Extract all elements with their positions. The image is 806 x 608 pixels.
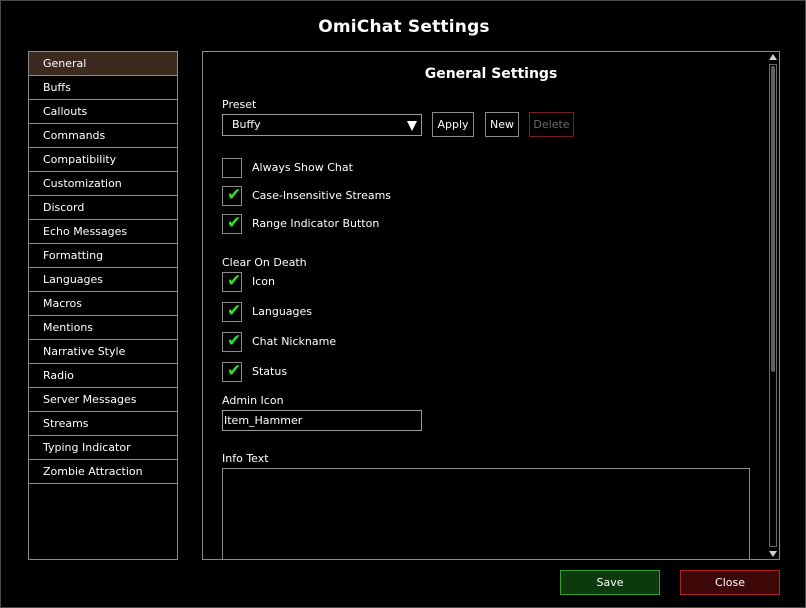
case-insensitive-streams-checkbox[interactable]: ✔	[222, 185, 242, 206]
scroll-track[interactable]	[769, 64, 777, 547]
sidebar-item-general[interactable]: General	[29, 52, 177, 76]
scroll-down-arrow-icon[interactable]	[769, 551, 777, 557]
panel-heading: General Settings	[424, 66, 558, 82]
sidebar-item-typing-indicator[interactable]: Typing Indicator	[29, 436, 177, 460]
clear-chat-nickname-checkbox[interactable]: ✔	[222, 331, 242, 352]
case-insensitive-streams-label: Case-Insensitive Streams	[252, 189, 392, 202]
clear-languages-checkbox[interactable]: ✔	[222, 301, 242, 322]
checkmark-icon: ✔	[227, 271, 242, 291]
checkmark-icon: ✔	[227, 361, 242, 381]
clear-chat-nickname-label: Chat Nickname	[252, 335, 337, 348]
panel-scrollbar[interactable]	[767, 52, 779, 559]
checkmark-icon: ✔	[227, 331, 242, 351]
preset-selected-value: Buffy	[232, 118, 261, 131]
clear-languages-label: Languages	[252, 305, 313, 318]
sidebar-item-languages[interactable]: Languages	[29, 268, 177, 292]
clear-on-death-label: Clear On Death	[222, 256, 307, 269]
clear-status-label: Status	[252, 365, 288, 378]
sidebar-item-server-messages[interactable]: Server Messages	[29, 388, 177, 412]
sidebar-item-customization[interactable]: Customization	[29, 172, 177, 196]
range-indicator-button-label: Range Indicator Button	[252, 217, 380, 230]
always-show-chat-checkbox[interactable]	[222, 158, 242, 178]
sidebar-item-commands[interactable]: Commands	[29, 124, 177, 148]
sidebar-item-zombie-attraction[interactable]: Zombie Attraction	[29, 460, 177, 484]
new-preset-button[interactable]: New	[485, 112, 519, 137]
scroll-up-arrow-icon[interactable]	[769, 54, 777, 60]
info-text-area[interactable]	[222, 468, 750, 559]
sidebar-item-echo-messages[interactable]: Echo Messages	[29, 220, 177, 244]
sidebar-item-buffs[interactable]: Buffs	[29, 76, 177, 100]
preset-label: Preset	[222, 98, 257, 111]
preset-dropdown[interactable]: Buffy	[222, 114, 422, 136]
dropdown-arrow-icon	[407, 121, 417, 131]
sidebar-item-radio[interactable]: Radio	[29, 364, 177, 388]
window-title: OmiChat Settings	[318, 17, 490, 37]
settings-panel: General Settings Preset Buffy Apply New …	[202, 51, 780, 560]
clear-icon-checkbox[interactable]: ✔	[222, 271, 242, 292]
sidebar-item-compatibility[interactable]: Compatibility	[29, 148, 177, 172]
delete-preset-button[interactable]: Delete	[529, 112, 574, 137]
sidebar-item-formatting[interactable]: Formatting	[29, 244, 177, 268]
sidebar-item-narrative-style[interactable]: Narrative Style	[29, 340, 177, 364]
info-text-label: Info Text	[222, 452, 269, 465]
sidebar-item-callouts[interactable]: Callouts	[29, 100, 177, 124]
clear-icon-label: Icon	[252, 275, 275, 288]
admin-icon-input[interactable]: Item_Hammer	[222, 410, 422, 431]
sidebar-item-macros[interactable]: Macros	[29, 292, 177, 316]
settings-window: OmiChat Settings General Buffs Callouts …	[0, 0, 806, 608]
sidebar-item-discord[interactable]: Discord	[29, 196, 177, 220]
scroll-thumb[interactable]	[771, 66, 775, 372]
checkmark-icon: ✔	[227, 213, 242, 233]
checkmark-icon: ✔	[227, 301, 242, 321]
admin-icon-label: Admin Icon	[222, 394, 284, 407]
sidebar-item-streams[interactable]: Streams	[29, 412, 177, 436]
range-indicator-button-checkbox[interactable]: ✔	[222, 213, 242, 234]
save-button[interactable]: Save	[560, 570, 660, 595]
apply-button[interactable]: Apply	[432, 112, 474, 137]
always-show-chat-label: Always Show Chat	[252, 161, 353, 174]
checkmark-icon: ✔	[227, 185, 242, 205]
close-button[interactable]: Close	[680, 570, 780, 595]
clear-status-checkbox[interactable]: ✔	[222, 361, 242, 382]
sidebar-item-mentions[interactable]: Mentions	[29, 316, 177, 340]
sidebar: General Buffs Callouts Commands Compatib…	[28, 51, 178, 560]
